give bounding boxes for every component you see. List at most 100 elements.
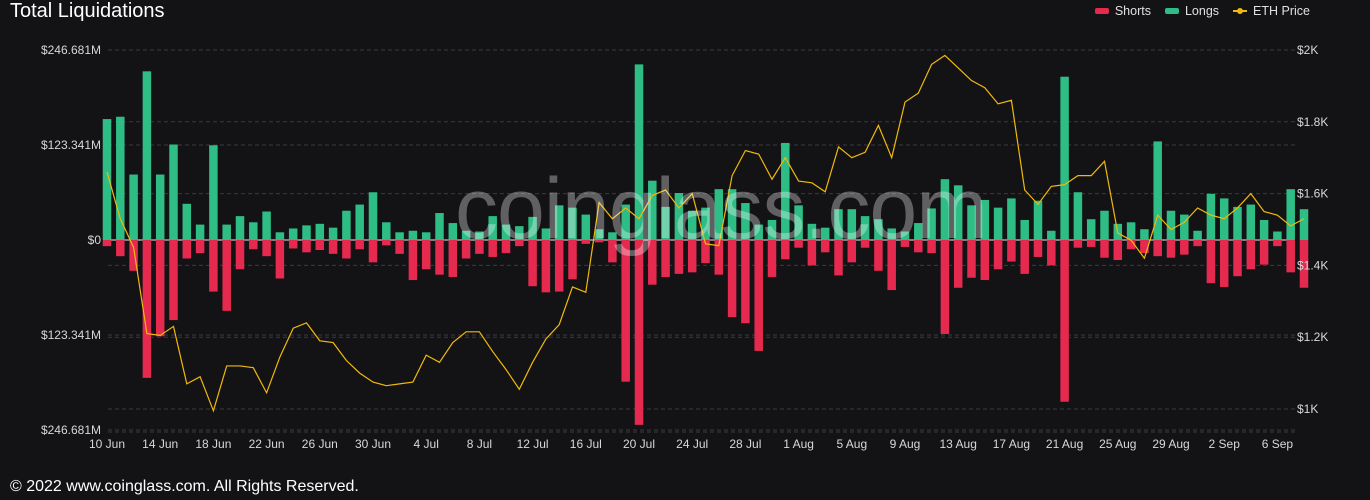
longs-bar (687, 210, 697, 240)
left-axis-tick-label: $0 (88, 233, 102, 247)
longs-bar (1033, 200, 1043, 240)
right-axis-tick-label: $1.6K (1297, 187, 1328, 201)
longs-bar (1100, 210, 1109, 240)
longs-bar (860, 216, 870, 240)
longs-bar (342, 210, 351, 240)
longs-bar (594, 229, 604, 240)
longs-bar (794, 205, 803, 240)
longs-bar (1259, 219, 1269, 240)
longs-bar (754, 224, 763, 240)
longs-bar (581, 214, 591, 240)
longs-bar (661, 206, 670, 240)
longs-bar (249, 222, 258, 240)
shorts-bar (1020, 240, 1029, 274)
shorts-bar (608, 240, 617, 263)
longs-bar (315, 223, 325, 240)
x-axis-tick-label: 5 Aug (836, 437, 867, 451)
shorts-bar (1100, 240, 1109, 258)
left-axis-tick-label: $123.341M (41, 138, 101, 152)
liquidations-chart: $246.681M $123.341M $0 $123.341M $246.681M $2… (41, 43, 1328, 451)
shorts-bar (581, 240, 591, 244)
longs-bar (435, 213, 444, 240)
longs-bar (102, 119, 112, 240)
longs-bar (674, 193, 684, 240)
shorts-bar (648, 240, 657, 285)
longs-bar (727, 189, 737, 240)
longs-bar (209, 145, 218, 240)
shorts-bar (102, 240, 112, 247)
shorts-bar (687, 240, 697, 273)
longs-bar (1246, 204, 1256, 240)
x-axis-tick-label: 6 Sep (1262, 437, 1294, 451)
shorts-bar (1073, 240, 1083, 248)
x-axis-tick-label: 2 Sep (1209, 437, 1241, 451)
longs-bar (820, 227, 830, 240)
shorts-bar (1259, 240, 1269, 265)
longs-bar (900, 231, 910, 240)
longs-bar (967, 205, 976, 240)
right-axis-tick-label: $1.8K (1297, 115, 1328, 129)
longs-bar (887, 228, 896, 240)
longs-bar (541, 228, 551, 240)
shorts-bar (1273, 240, 1282, 247)
longs-bar (1126, 222, 1136, 240)
longs-bar (807, 223, 817, 240)
shorts-bar (900, 240, 910, 247)
shorts-bar (1246, 240, 1256, 270)
shorts-bar (887, 240, 896, 291)
shorts-bar (1166, 240, 1176, 258)
shorts-bar (993, 240, 1003, 270)
shorts-bar (182, 240, 192, 259)
shorts-bar (940, 240, 950, 334)
longs-bar (235, 216, 245, 240)
longs-bar (1166, 210, 1176, 240)
x-axis-tick-label: 28 Jul (729, 437, 761, 451)
shorts-bar (1180, 240, 1189, 255)
shorts-bar (222, 240, 231, 311)
longs-bar (488, 216, 497, 240)
shorts-bar (754, 240, 763, 351)
longs-bar (1193, 230, 1202, 240)
shorts-bar (914, 240, 923, 253)
shorts-bar (355, 240, 364, 250)
longs-bar (395, 232, 404, 240)
longs-bar (980, 199, 990, 240)
shorts-bar (807, 240, 817, 266)
x-axis-tick-label: 4 Jul (414, 437, 439, 451)
shorts-bar (1233, 240, 1242, 277)
shorts-bar (1286, 240, 1295, 273)
shorts-bar (328, 240, 338, 254)
shorts-bar (781, 240, 790, 260)
x-axis-tick-label: 1 Aug (783, 437, 814, 451)
x-axis-tick-label: 16 Jul (570, 437, 602, 451)
right-axis-tick-label: $1.2K (1297, 330, 1328, 344)
longs-bar (421, 232, 431, 240)
longs-bar (155, 174, 165, 240)
shorts-bar (288, 240, 298, 249)
longs-bar (648, 180, 657, 240)
shorts-bar (568, 240, 577, 280)
shorts-bar (1219, 240, 1229, 287)
shorts-bar (488, 240, 497, 257)
longs-bar (1273, 231, 1282, 240)
left-axis-tick-label: $246.681M (41, 43, 101, 57)
longs-bar (914, 223, 923, 240)
longs-bar (475, 231, 484, 240)
shorts-bar (794, 240, 803, 248)
longs-bar (142, 71, 152, 241)
shorts-bar (967, 240, 976, 278)
longs-bar (608, 232, 617, 240)
left-axis-tick-label: $123.341M (41, 328, 101, 342)
shorts-bar (741, 240, 750, 324)
shorts-bar (155, 240, 165, 337)
longs-bar (1020, 219, 1029, 240)
longs-bar (953, 185, 963, 240)
longs-bar (1007, 198, 1016, 240)
shorts-bar (554, 240, 564, 292)
x-axis-tick-label: 21 Aug (1046, 437, 1083, 451)
x-axis-tick-label: 25 Aug (1099, 437, 1136, 451)
shorts-bar (302, 240, 311, 253)
longs-bar (1086, 219, 1096, 240)
longs-bar (1206, 193, 1216, 240)
shorts-bar (448, 240, 458, 277)
